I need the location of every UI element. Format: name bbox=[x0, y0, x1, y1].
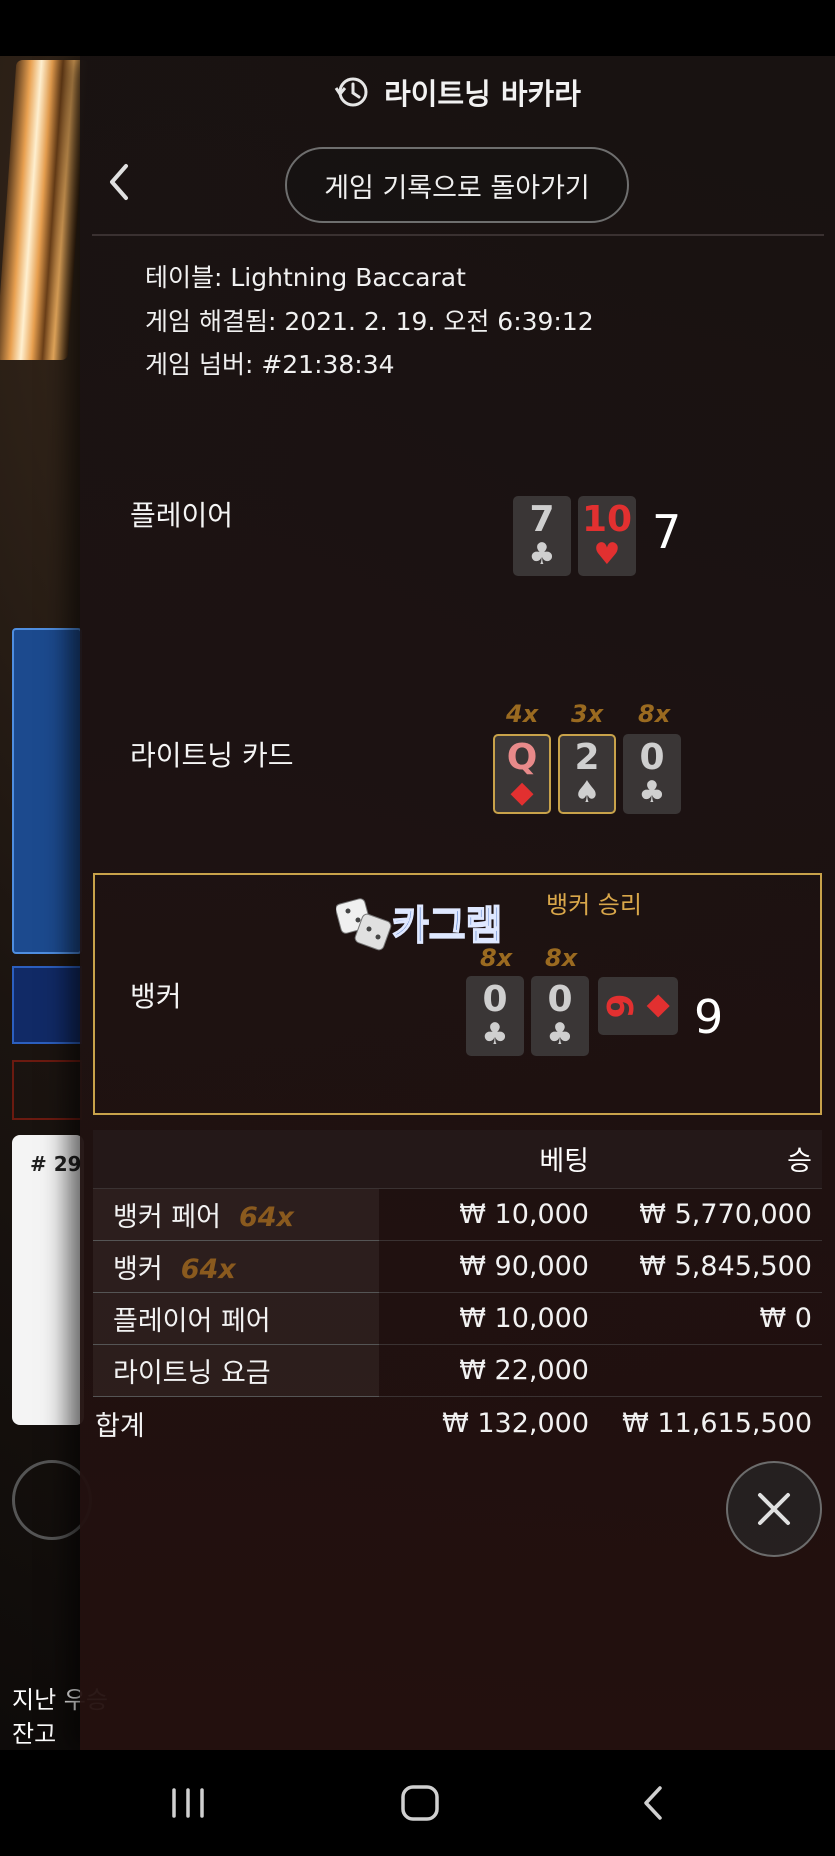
win-amount: ₩ 5,845,500 bbox=[599, 1239, 822, 1292]
player-card-1: 7 ♣ bbox=[513, 496, 571, 576]
banker-label: 뱅커 bbox=[130, 980, 182, 1013]
banker-win-label: 뱅커 승리 bbox=[546, 891, 642, 919]
player-card-2: 10 ♥ bbox=[578, 496, 636, 576]
status-bar bbox=[0, 0, 835, 56]
banker-card-2: 0 ♣ bbox=[531, 976, 589, 1056]
table-row: 뱅커 64x ₩ 90,000 ₩ 5,845,500 bbox=[93, 1239, 822, 1293]
banker-multiplier-1: 8x bbox=[480, 944, 513, 972]
lightning-multiplier-3: 8x bbox=[638, 700, 671, 728]
bet-amount: ₩ 90,000 bbox=[379, 1239, 599, 1292]
win-amount bbox=[599, 1343, 822, 1396]
bet-label: 플레이어 페어 bbox=[93, 1291, 379, 1345]
page-title: 라이트닝 바카라 bbox=[384, 77, 581, 111]
close-button[interactable] bbox=[726, 1461, 822, 1557]
background-scoreboard bbox=[12, 1135, 84, 1425]
lightning-card-2: 2 ♠ bbox=[558, 734, 616, 814]
player-total: 7 bbox=[652, 505, 682, 559]
background-banker-area bbox=[12, 1060, 82, 1120]
total-row: 합계 ₩ 132,000 ₩ 11,615,500 bbox=[93, 1395, 822, 1450]
total-label: 합계 bbox=[93, 1395, 379, 1450]
lightning-multiplier-1: 4x bbox=[506, 700, 539, 728]
background-player-bet-area bbox=[12, 628, 82, 954]
table-row: 플레이어 페어 ₩ 10,000 ₩ 0 bbox=[93, 1291, 822, 1345]
back-chevron-icon[interactable] bbox=[102, 160, 136, 204]
bet-label: 라이트닝 요금 bbox=[93, 1343, 379, 1397]
banker-total: 9 bbox=[694, 990, 724, 1044]
panel-header: 라이트닝 바카라 bbox=[80, 62, 835, 122]
banker-card-3: 9 ◆ bbox=[598, 977, 678, 1035]
home-icon[interactable] bbox=[397, 1778, 443, 1828]
info-game-number: 게임 넘버: #21:38:34 bbox=[145, 350, 395, 379]
background-balance: 잔고 bbox=[12, 1720, 57, 1748]
table-row: 뱅커 페어 64x ₩ 10,000 ₩ 5,770,000 bbox=[93, 1187, 822, 1241]
back-to-history-button[interactable]: 게임 기록으로 돌아가기 bbox=[285, 147, 629, 223]
bet-amount: ₩ 10,000 bbox=[379, 1291, 599, 1344]
back-icon[interactable] bbox=[638, 1778, 668, 1828]
win-amount: ₩ 5,770,000 bbox=[599, 1187, 822, 1240]
bet-label: 뱅커 페어 64x bbox=[93, 1187, 379, 1241]
bets-header-row: 베팅 승 bbox=[93, 1130, 822, 1188]
bet-amount: ₩ 22,000 bbox=[379, 1343, 599, 1396]
lightning-multiplier-2: 3x bbox=[571, 700, 604, 728]
lightning-card-1: Q ◆ bbox=[493, 734, 551, 814]
banker-card-1: 0 ♣ bbox=[466, 976, 524, 1056]
player-label: 플레이어 bbox=[130, 499, 234, 532]
info-resolved-time: 게임 해결됨: 2021. 2. 19. 오전 6:39:12 bbox=[145, 307, 594, 336]
banker-multiplier-2: 8x bbox=[545, 944, 578, 972]
bets-table: 베팅 승 뱅커 페어 64x ₩ 10,000 ₩ 5,770,000 뱅커 64x… bbox=[93, 1130, 822, 1450]
lightning-card-3: 0 ♣ bbox=[623, 734, 681, 814]
bets-header-bet: 베팅 bbox=[379, 1130, 599, 1188]
bet-amount: ₩ 10,000 bbox=[379, 1187, 599, 1240]
lightning-card-label: 라이트닝 카드 bbox=[130, 739, 294, 772]
background-player-pair-area bbox=[12, 966, 82, 1044]
bet-label: 뱅커 64x bbox=[93, 1239, 379, 1293]
total-bet: ₩ 132,000 bbox=[379, 1395, 599, 1450]
history-icon bbox=[334, 77, 368, 107]
bets-header-win: 승 bbox=[599, 1130, 822, 1188]
background-road-number: # 29 bbox=[30, 1152, 82, 1176]
table-row: 라이트닝 요금 ₩ 22,000 bbox=[93, 1343, 822, 1397]
recent-apps-icon[interactable] bbox=[170, 1778, 206, 1828]
total-win: ₩ 11,615,500 bbox=[599, 1395, 822, 1450]
win-amount: ₩ 0 bbox=[599, 1291, 822, 1344]
divider bbox=[92, 234, 824, 236]
svg-text:카그램: 카그램 bbox=[392, 903, 502, 949]
info-table: 테이블: Lightning Baccarat bbox=[145, 263, 466, 292]
bets-header-empty bbox=[93, 1130, 379, 1188]
close-icon bbox=[758, 1493, 790, 1525]
